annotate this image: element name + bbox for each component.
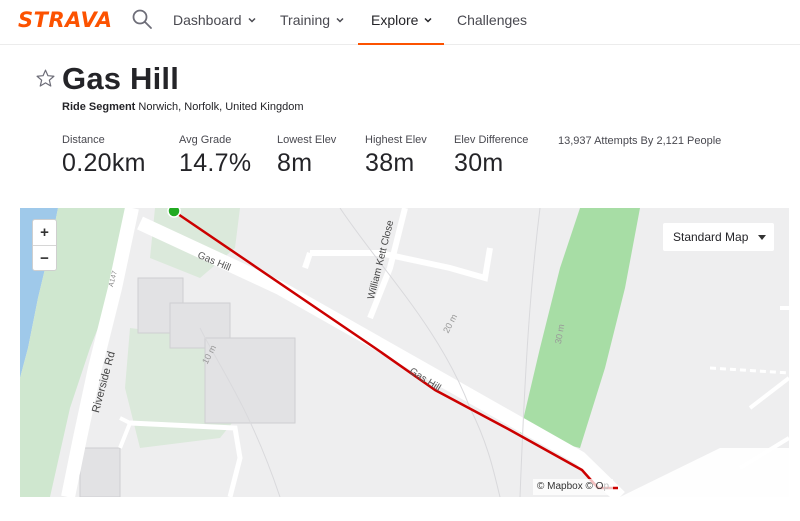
zoom-out-button[interactable]: −: [33, 245, 56, 270]
building: [79, 447, 121, 497]
attempts-summary: 13,937 Attempts By 2,121 People: [558, 135, 722, 147]
stat-label: Avg Grade: [179, 134, 232, 146]
nav-challenges[interactable]: Challenges: [457, 11, 527, 29]
stat-value: 8m: [277, 149, 313, 177]
zoom-in-button[interactable]: +: [33, 220, 56, 245]
map-canvas: [20, 208, 789, 497]
stat-label: Distance: [62, 134, 105, 146]
caret-down-icon: [758, 234, 767, 240]
road-side: [302, 252, 313, 269]
nav-dashboard[interactable]: Dashboard: [173, 11, 257, 29]
segment-type: Ride Segment: [62, 101, 136, 113]
stat-distance: Distance 0.20km: [62, 134, 146, 178]
building: [204, 337, 296, 424]
stat-value: 14.7%: [179, 149, 252, 177]
road-side: [118, 416, 133, 449]
segment-location: Norwich, Norfolk, United Kingdom: [138, 101, 304, 113]
stat-value: 0.20km: [62, 149, 146, 177]
star-icon[interactable]: [35, 68, 56, 89]
stat-value: 30m: [454, 149, 504, 177]
map-corner-overlay: [620, 448, 789, 497]
chevron-down-icon: [247, 17, 256, 23]
zoom-control: + −: [32, 219, 57, 271]
strava-logo[interactable]: STRAVA: [18, 8, 113, 32]
nav-training[interactable]: Training: [280, 11, 345, 29]
nav-dashboard-label: Dashboard: [173, 12, 242, 28]
stat-label: Highest Elev: [365, 134, 427, 146]
nav-explore[interactable]: Explore: [371, 11, 433, 29]
stat-label: Lowest Elev: [277, 134, 337, 146]
map-attribution[interactable]: © Mapbox © Op: [533, 479, 613, 495]
road-side: [310, 247, 493, 282]
segment-title: Gas Hill: [62, 61, 180, 96]
path-dashed: [709, 366, 789, 375]
contour-line: [519, 208, 541, 497]
search-icon[interactable]: [131, 8, 153, 30]
start-marker: [167, 208, 181, 218]
segment-map[interactable]: Gas Hill Gas Hill Riverside Rd William K…: [20, 208, 789, 497]
stat-avg-grade: Avg Grade 14.7%: [179, 134, 251, 178]
stat-elev-difference: Elev Difference 30m: [454, 134, 528, 178]
chevron-down-icon: [424, 17, 432, 23]
chevron-down-icon: [336, 17, 344, 23]
park-green: [520, 208, 640, 448]
active-tab-indicator: [358, 43, 444, 45]
nav-explore-label: Explore: [371, 12, 419, 28]
nav-challenges-label: Challenges: [457, 12, 528, 28]
stat-value: 38m: [365, 149, 415, 177]
segment-subtitle: Ride Segment Norwich, Norfolk, United Ki…: [62, 101, 304, 113]
stat-label: Elev Difference: [454, 134, 529, 146]
road-side: [748, 376, 789, 410]
attribution-text: © Mapbox © O: [537, 481, 604, 492]
stat-lowest-elev: Lowest Elev 8m: [277, 134, 336, 178]
map-type-label: Standard Map: [673, 230, 749, 244]
top-nav: STRAVA Dashboard Training Explore Challe…: [0, 0, 800, 45]
map-type-dropdown[interactable]: Standard Map: [663, 223, 774, 251]
attribution-overflow: p: [603, 481, 609, 492]
nav-training-label: Training: [280, 12, 331, 28]
stat-highest-elev: Highest Elev 38m: [365, 134, 427, 178]
